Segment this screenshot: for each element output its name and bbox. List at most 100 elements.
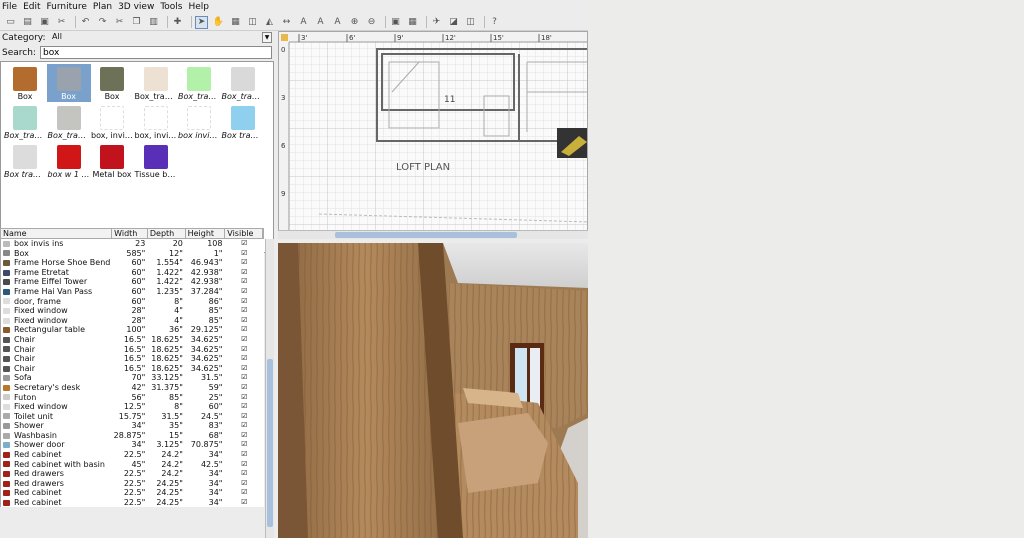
visible-checkbox[interactable]: ☑ bbox=[224, 412, 264, 422]
furniture-row[interactable]: Red cabinet 22.5" 24.25" 34" ☑ bbox=[1, 488, 264, 498]
visible-checkbox[interactable]: ☑ bbox=[224, 316, 264, 326]
visible-checkbox[interactable]: ☑ bbox=[224, 498, 264, 507]
aerial-view-icon[interactable]: ✈ bbox=[430, 16, 443, 29]
column-header-name[interactable]: Name bbox=[1, 229, 113, 238]
visible-checkbox[interactable]: ☑ bbox=[224, 325, 264, 335]
catalog-item[interactable]: Box bbox=[46, 64, 91, 102]
furniture-row[interactable]: Frame Eiffel Tower 60" 1.422" 42.938" ☑ bbox=[1, 277, 264, 287]
catalog-item[interactable]: box, invis... bbox=[90, 103, 134, 141]
furniture-row[interactable]: Toilet unit 15.75" 31.5" 24.5" ☑ bbox=[1, 412, 264, 422]
menu-edit[interactable]: Edit bbox=[23, 2, 40, 12]
create-rooms-icon[interactable]: ◫ bbox=[246, 16, 259, 29]
zoom-out-icon[interactable]: ⊖ bbox=[365, 16, 378, 29]
furniture-row[interactable]: Frame Horse Shoe Bend 60" 1.554" 46.943" ☑ bbox=[1, 258, 264, 268]
store-camera-icon[interactable]: ◫ bbox=[464, 16, 477, 29]
visible-checkbox[interactable]: ☑ bbox=[224, 383, 264, 393]
furniture-scrollbar[interactable] bbox=[265, 239, 274, 538]
visible-checkbox[interactable]: ☑ bbox=[224, 239, 264, 249]
furniture-row[interactable]: Chair 16.5" 18.625" 34.625" ☑ bbox=[1, 364, 264, 374]
menu-help[interactable]: Help bbox=[189, 2, 210, 12]
furniture-row[interactable]: Fixed window 28" 4" 85" ☑ bbox=[1, 306, 264, 316]
catalog-item[interactable]: Box trans... bbox=[3, 142, 47, 180]
visible-checkbox[interactable]: ☑ bbox=[224, 402, 264, 412]
new-icon[interactable]: ▭ bbox=[4, 16, 17, 29]
furniture-row[interactable]: Rectangular table 100" 36" 29.125" ☑ bbox=[1, 325, 264, 335]
search-input[interactable] bbox=[40, 46, 272, 59]
plan-view[interactable]: 3' 6' 9' 12' 15' 18' 0 3 6 9 11 LOFT PLAN bbox=[278, 31, 588, 239]
create-video-icon[interactable]: ▦ bbox=[406, 16, 419, 29]
furniture-row[interactable]: Washbasin 28.875" 15" 68" ☑ bbox=[1, 431, 264, 441]
furniture-row[interactable]: Red drawers 22.5" 24.25" 34" ☑ bbox=[1, 479, 264, 489]
paste-icon[interactable]: ▥ bbox=[147, 16, 160, 29]
visible-checkbox[interactable]: ☑ bbox=[224, 488, 264, 498]
menu-3d-view[interactable]: 3D view bbox=[118, 2, 154, 12]
visible-checkbox[interactable]: ☑ bbox=[224, 450, 264, 460]
visible-checkbox[interactable]: ☑ bbox=[224, 335, 264, 345]
visible-checkbox[interactable]: ☑ bbox=[224, 393, 264, 403]
visible-checkbox[interactable]: ☑ bbox=[224, 373, 264, 383]
menu-plan[interactable]: Plan bbox=[93, 2, 112, 12]
furniture-row[interactable]: Futon 56" 85" 25" ☑ bbox=[1, 393, 264, 403]
cut-icon[interactable]: ✂ bbox=[113, 16, 126, 29]
redo-icon[interactable]: ↷ bbox=[96, 16, 109, 29]
visible-checkbox[interactable]: ☑ bbox=[224, 268, 264, 278]
visible-checkbox[interactable]: ☑ bbox=[224, 479, 264, 489]
furniture-row[interactable]: Shower door 34" 3.125" 70.875" ☑ bbox=[1, 440, 264, 450]
visible-checkbox[interactable]: ☑ bbox=[224, 431, 264, 441]
column-header-width[interactable]: Width bbox=[112, 229, 148, 238]
furniture-row[interactable]: Chair 16.5" 18.625" 34.625" ☑ bbox=[1, 345, 264, 355]
furniture-row[interactable]: Box 585" 12" 1" ☑ bbox=[1, 249, 264, 259]
furniture-row[interactable]: Fixed window 12.5" 8" 60" ☑ bbox=[1, 402, 264, 412]
catalog-item[interactable]: Box_tran... bbox=[47, 103, 91, 141]
catalog-item[interactable]: Box trans... bbox=[221, 103, 265, 141]
visible-checkbox[interactable]: ☑ bbox=[224, 354, 264, 364]
visible-checkbox[interactable]: ☑ bbox=[224, 297, 264, 307]
furniture-row[interactable]: Shower 34" 35" 83" ☑ bbox=[1, 421, 264, 431]
undo-icon[interactable]: ↶ bbox=[79, 16, 92, 29]
catalog-item[interactable]: Box_tran... bbox=[221, 64, 265, 102]
furniture-row[interactable]: Sofa 70" 33.125" 31.5" ☑ bbox=[1, 373, 264, 383]
plan-hscrollbar[interactable] bbox=[278, 230, 588, 239]
virtual-visit-icon[interactable]: ◪ bbox=[447, 16, 460, 29]
column-header-depth[interactable]: Depth bbox=[148, 229, 186, 238]
visible-checkbox[interactable]: ☑ bbox=[224, 440, 264, 450]
furniture-row[interactable]: box invis ins 23 20 108 ☑ bbox=[1, 239, 264, 249]
category-combo[interactable]: All ▼ bbox=[52, 32, 272, 43]
visible-checkbox[interactable]: ☑ bbox=[224, 364, 264, 374]
furniture-row[interactable]: Red cabinet 22.5" 24.2" 34" ☑ bbox=[1, 450, 264, 460]
catalog-item[interactable]: Box_tran... bbox=[3, 103, 47, 141]
visible-checkbox[interactable]: ☑ bbox=[224, 306, 264, 316]
visible-checkbox[interactable]: ☑ bbox=[224, 469, 264, 479]
visible-checkbox[interactable]: ☑ bbox=[224, 345, 264, 355]
catalog-item[interactable]: Box_tran... bbox=[134, 64, 178, 102]
save-icon[interactable]: ▣ bbox=[38, 16, 51, 29]
menu-furniture[interactable]: Furniture bbox=[47, 2, 87, 12]
menu-file[interactable]: File bbox=[2, 2, 17, 12]
catalog-item[interactable]: Metal box bbox=[90, 142, 134, 180]
furniture-row[interactable]: Red drawers 22.5" 24.2" 34" ☑ bbox=[1, 469, 264, 479]
create-walls-icon[interactable]: ▦ bbox=[229, 16, 242, 29]
help-icon[interactable]: ? bbox=[488, 16, 501, 29]
furniture-row[interactable]: Red cabinet with basin 45" 24.2" 42.5" ☑ bbox=[1, 460, 264, 470]
catalog-item[interactable]: Box bbox=[90, 64, 134, 102]
column-header-height[interactable]: Height bbox=[186, 229, 226, 238]
add-text-icon[interactable]: A bbox=[297, 16, 310, 29]
visible-checkbox[interactable]: ☑ bbox=[224, 249, 264, 259]
catalog-item[interactable]: box, invis... bbox=[134, 103, 178, 141]
column-header-visible[interactable]: Visible bbox=[225, 229, 263, 238]
scrollbar-thumb[interactable] bbox=[267, 359, 273, 527]
text-style-icon[interactable]: A bbox=[331, 16, 344, 29]
furniture-row[interactable]: door, frame 60" 8" 86" ☑ bbox=[1, 297, 264, 307]
menu-tools[interactable]: Tools bbox=[160, 2, 182, 12]
create-dimensions-icon[interactable]: ↔ bbox=[280, 16, 293, 29]
furniture-row[interactable]: Secretary's desk 42" 31.375" 59" ☑ bbox=[1, 383, 264, 393]
furniture-row[interactable]: Chair 16.5" 18.625" 34.625" ☑ bbox=[1, 335, 264, 345]
zoom-in-icon[interactable]: ⊕ bbox=[348, 16, 361, 29]
cut-prefs-icon[interactable]: ✂ bbox=[55, 16, 68, 29]
chevron-down-icon[interactable]: ▼ bbox=[262, 32, 272, 43]
pan-icon[interactable]: ✋ bbox=[212, 16, 225, 29]
scrollbar-thumb[interactable] bbox=[335, 232, 517, 238]
catalog-item[interactable]: box w 1 si... bbox=[47, 142, 91, 180]
visible-checkbox[interactable]: ☑ bbox=[224, 287, 264, 297]
catalog-item[interactable]: Box bbox=[3, 64, 47, 102]
